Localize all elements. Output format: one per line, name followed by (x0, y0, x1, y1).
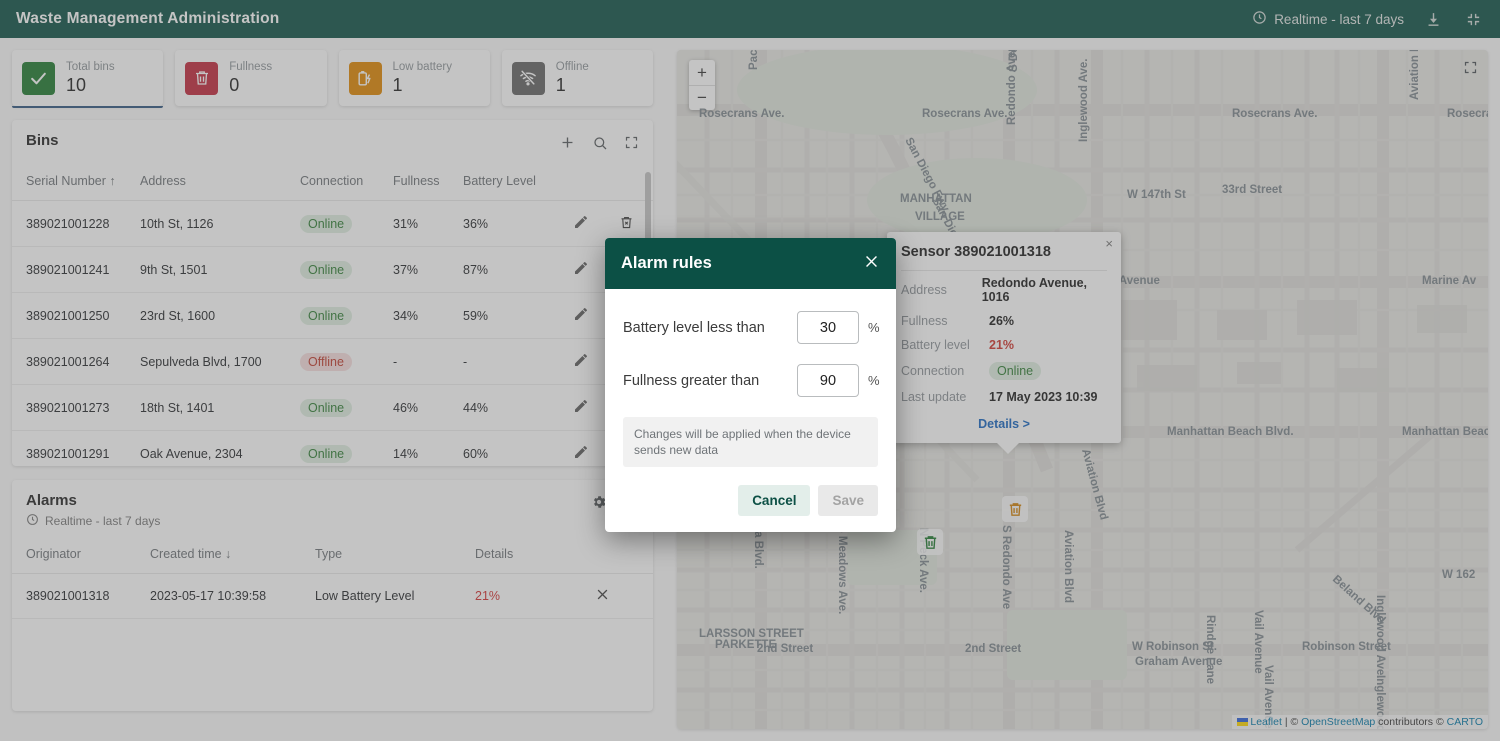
battery-threshold-row: Battery level less than % (623, 311, 878, 344)
dialog-footer: Cancel Save (605, 467, 896, 532)
battery-threshold-label: Battery level less than (623, 320, 797, 336)
cancel-button[interactable]: Cancel (738, 485, 810, 516)
fullness-threshold-unit: % (868, 373, 878, 388)
fullness-threshold-row: Fullness greater than % (623, 364, 878, 397)
dialog-notice: Changes will be applied when the device … (623, 417, 878, 467)
battery-threshold-unit: % (868, 320, 878, 335)
dialog-body: Battery level less than % Fullness great… (605, 289, 896, 467)
app-root: Waste Management Administration Realtime… (0, 0, 1500, 741)
dialog-title: Alarm rules (621, 254, 712, 273)
dialog-header: Alarm rules (605, 238, 896, 289)
close-icon[interactable] (863, 253, 880, 274)
alarm-rules-dialog: Alarm rules Battery level less than % Fu… (605, 238, 896, 532)
save-button[interactable]: Save (818, 485, 878, 516)
fullness-threshold-input[interactable] (797, 364, 859, 397)
battery-threshold-input[interactable] (797, 311, 859, 344)
fullness-threshold-label: Fullness greater than (623, 373, 797, 389)
